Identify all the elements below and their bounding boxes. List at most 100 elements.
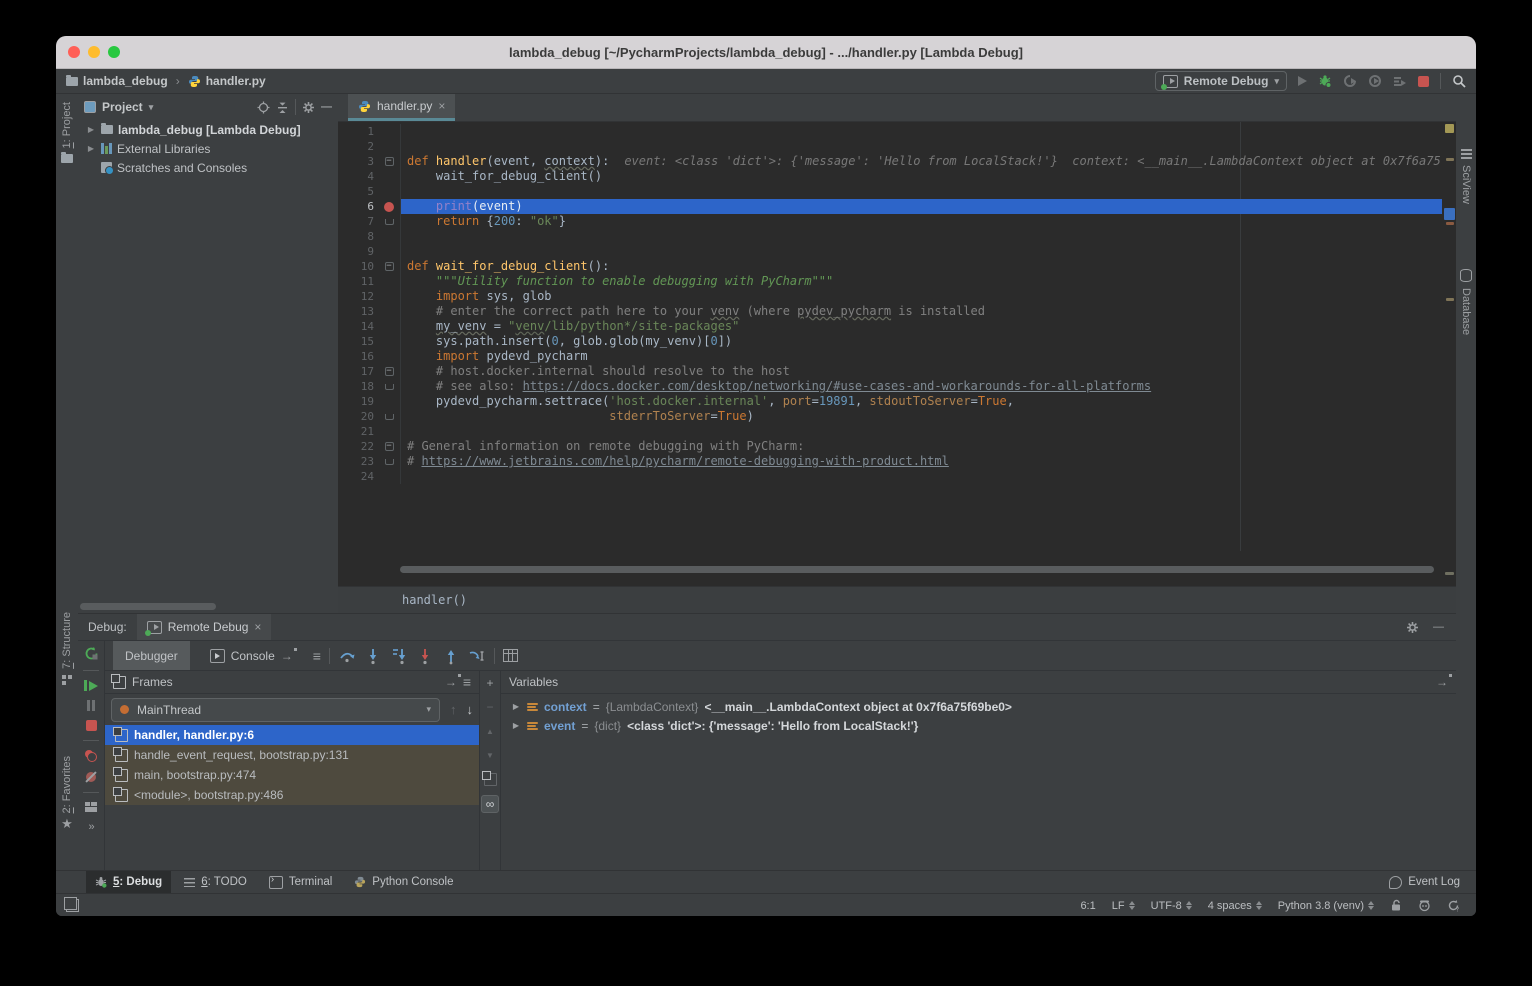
debug-session-tab[interactable]: Remote Debug × (137, 614, 272, 640)
close-window-button[interactable] (68, 46, 80, 58)
interpreter-select[interactable]: Python 3.8 (venv) (1278, 900, 1374, 912)
tool-window-button-favorites[interactable]: 2: Favorites ★ (56, 756, 78, 829)
line-number[interactable]: 12 (338, 289, 378, 304)
line-number[interactable]: 6 (338, 199, 378, 214)
collapse-all-icon[interactable] (276, 101, 289, 114)
line-number[interactable]: 9 (338, 244, 378, 259)
line-number[interactable]: 21 (338, 424, 378, 439)
layout-settings-icon[interactable]: ≡ (313, 648, 321, 664)
title-bar[interactable]: lambda_debug [~/PycharmProjects/lambda_d… (56, 36, 1476, 69)
project-horizontal-scrollbar[interactable] (80, 603, 216, 610)
add-watch-button[interactable]: + (482, 675, 498, 691)
encoding-select[interactable]: UTF-8 (1151, 900, 1192, 912)
run-to-cursor-button[interactable] (468, 647, 486, 665)
more-icon[interactable]: » (88, 821, 93, 833)
move-up-button[interactable]: ▲ (482, 723, 498, 739)
move-down-button[interactable]: ▼ (482, 747, 498, 763)
error-stripe[interactable] (1442, 122, 1456, 551)
next-frame-button[interactable]: ↓ (467, 702, 474, 717)
previous-frame-button[interactable]: ↑ (450, 702, 457, 717)
tool-window-button-sciview[interactable]: SciView (1456, 149, 1476, 204)
expand-arrow-icon[interactable]: ▶ (511, 721, 521, 730)
tab-console[interactable]: Console → (198, 641, 305, 670)
close-icon[interactable]: × (438, 99, 445, 113)
caret-position[interactable]: 6:1 (1080, 900, 1095, 912)
fold-end-icon[interactable] (385, 459, 394, 465)
line-number[interactable]: 24 (338, 469, 378, 484)
frames-options-icon[interactable]: ≡ (463, 674, 471, 690)
fold-open-icon[interactable]: − (385, 157, 394, 166)
show-watches-button[interactable]: ∞ (481, 795, 499, 813)
line-number[interactable]: 14 (338, 319, 378, 334)
line-number[interactable]: 17 (338, 364, 378, 379)
expand-arrow-icon[interactable]: ▶ (511, 702, 521, 711)
stop-button[interactable] (1418, 76, 1429, 87)
fold-open-icon[interactable]: − (385, 262, 394, 271)
line-number[interactable]: 3 (338, 154, 378, 169)
hide-panel-icon[interactable]: — (321, 101, 332, 113)
step-into-my-code-button[interactable] (390, 647, 408, 665)
tool-window-button-debug[interactable]: 5: Debug (86, 871, 171, 893)
run-button[interactable] (1298, 76, 1307, 86)
debug-button[interactable] (1318, 74, 1332, 88)
frame-row[interactable]: <module>, bootstrap.py:486 (105, 785, 479, 805)
fold-open-icon[interactable]: − (385, 367, 394, 376)
tool-window-button-todo[interactable]: 6: TODO (175, 871, 256, 893)
line-number[interactable]: 7 (338, 214, 378, 229)
fold-end-icon[interactable] (385, 414, 394, 420)
variable-row[interactable]: ▶event = {dict}<class 'dict'>: {'message… (501, 716, 1456, 735)
line-number[interactable]: 4 (338, 169, 378, 184)
duplicate-watch-icon[interactable] (482, 771, 498, 787)
chevron-down-icon[interactable]: ▾ (149, 102, 154, 113)
remove-watch-button[interactable]: − (482, 699, 498, 715)
line-number[interactable]: 13 (338, 304, 378, 319)
line-number[interactable]: 22 (338, 439, 378, 454)
line-separator-select[interactable]: LF (1112, 900, 1135, 912)
tree-item-scratches[interactable]: Scratches and Consoles (78, 158, 338, 177)
warning-mark[interactable] (1446, 158, 1454, 161)
indent-select[interactable]: 4 spaces (1208, 900, 1262, 912)
warning-mark[interactable] (1446, 298, 1454, 301)
tool-window-button-terminal[interactable]: Terminal (260, 871, 341, 893)
line-number[interactable]: 2 (338, 139, 378, 154)
profiler-button[interactable] (1393, 74, 1407, 88)
line-number[interactable]: 1 (338, 124, 378, 139)
tool-window-button-project[interactable]: 1: Project (56, 102, 78, 163)
execution-line-mark[interactable] (1444, 208, 1455, 220)
rerun-button[interactable] (84, 646, 99, 661)
minimize-window-button[interactable] (88, 46, 100, 58)
highlighting-level-icon[interactable] (1418, 899, 1431, 912)
line-number[interactable]: 23 (338, 454, 378, 469)
line-number[interactable]: 8 (338, 229, 378, 244)
expand-arrow-icon[interactable]: ▶ (86, 125, 96, 134)
force-step-into-button[interactable] (416, 647, 434, 665)
line-number[interactable]: 11 (338, 274, 378, 289)
hide-panel-icon[interactable]: — (1433, 621, 1444, 633)
tab-debugger[interactable]: Debugger (113, 641, 190, 670)
restore-layout-button[interactable] (85, 802, 97, 812)
line-number[interactable]: 10 (338, 259, 378, 274)
event-log-button[interactable]: Event Log (1389, 876, 1476, 889)
project-panel-title[interactable]: Project (102, 100, 143, 114)
pause-button[interactable] (87, 700, 95, 711)
step-over-button[interactable] (338, 647, 356, 665)
frame-row[interactable]: handle_event_request, bootstrap.py:131 (105, 745, 479, 765)
coverage-button[interactable] (1368, 74, 1382, 88)
tool-window-button-database[interactable]: Database (1456, 269, 1476, 335)
breadcrumb-project[interactable]: lambda_debug (83, 74, 168, 88)
warning-mark[interactable] (1445, 572, 1454, 575)
expand-arrow-icon[interactable]: ▶ (86, 144, 96, 153)
lock-icon[interactable] (1390, 899, 1402, 912)
close-icon[interactable]: × (254, 620, 261, 634)
frame-row[interactable]: handler, handler.py:6 (105, 725, 479, 745)
code-editor[interactable]: 123−def handler(event, context):event: <… (338, 122, 1442, 551)
mute-breakpoints-button[interactable] (85, 771, 97, 783)
update-indicator-icon[interactable]: ? (1447, 899, 1460, 912)
view-breakpoints-button[interactable] (85, 750, 97, 762)
gear-icon[interactable] (302, 101, 315, 114)
tool-window-button-structure[interactable]: 7: Structure (56, 612, 78, 685)
tree-item-external-libraries[interactable]: ▶ External Libraries (78, 139, 338, 158)
breakpoint-icon[interactable] (384, 202, 394, 212)
warning-mark[interactable] (1446, 222, 1454, 225)
fold-end-icon[interactable] (385, 219, 394, 225)
